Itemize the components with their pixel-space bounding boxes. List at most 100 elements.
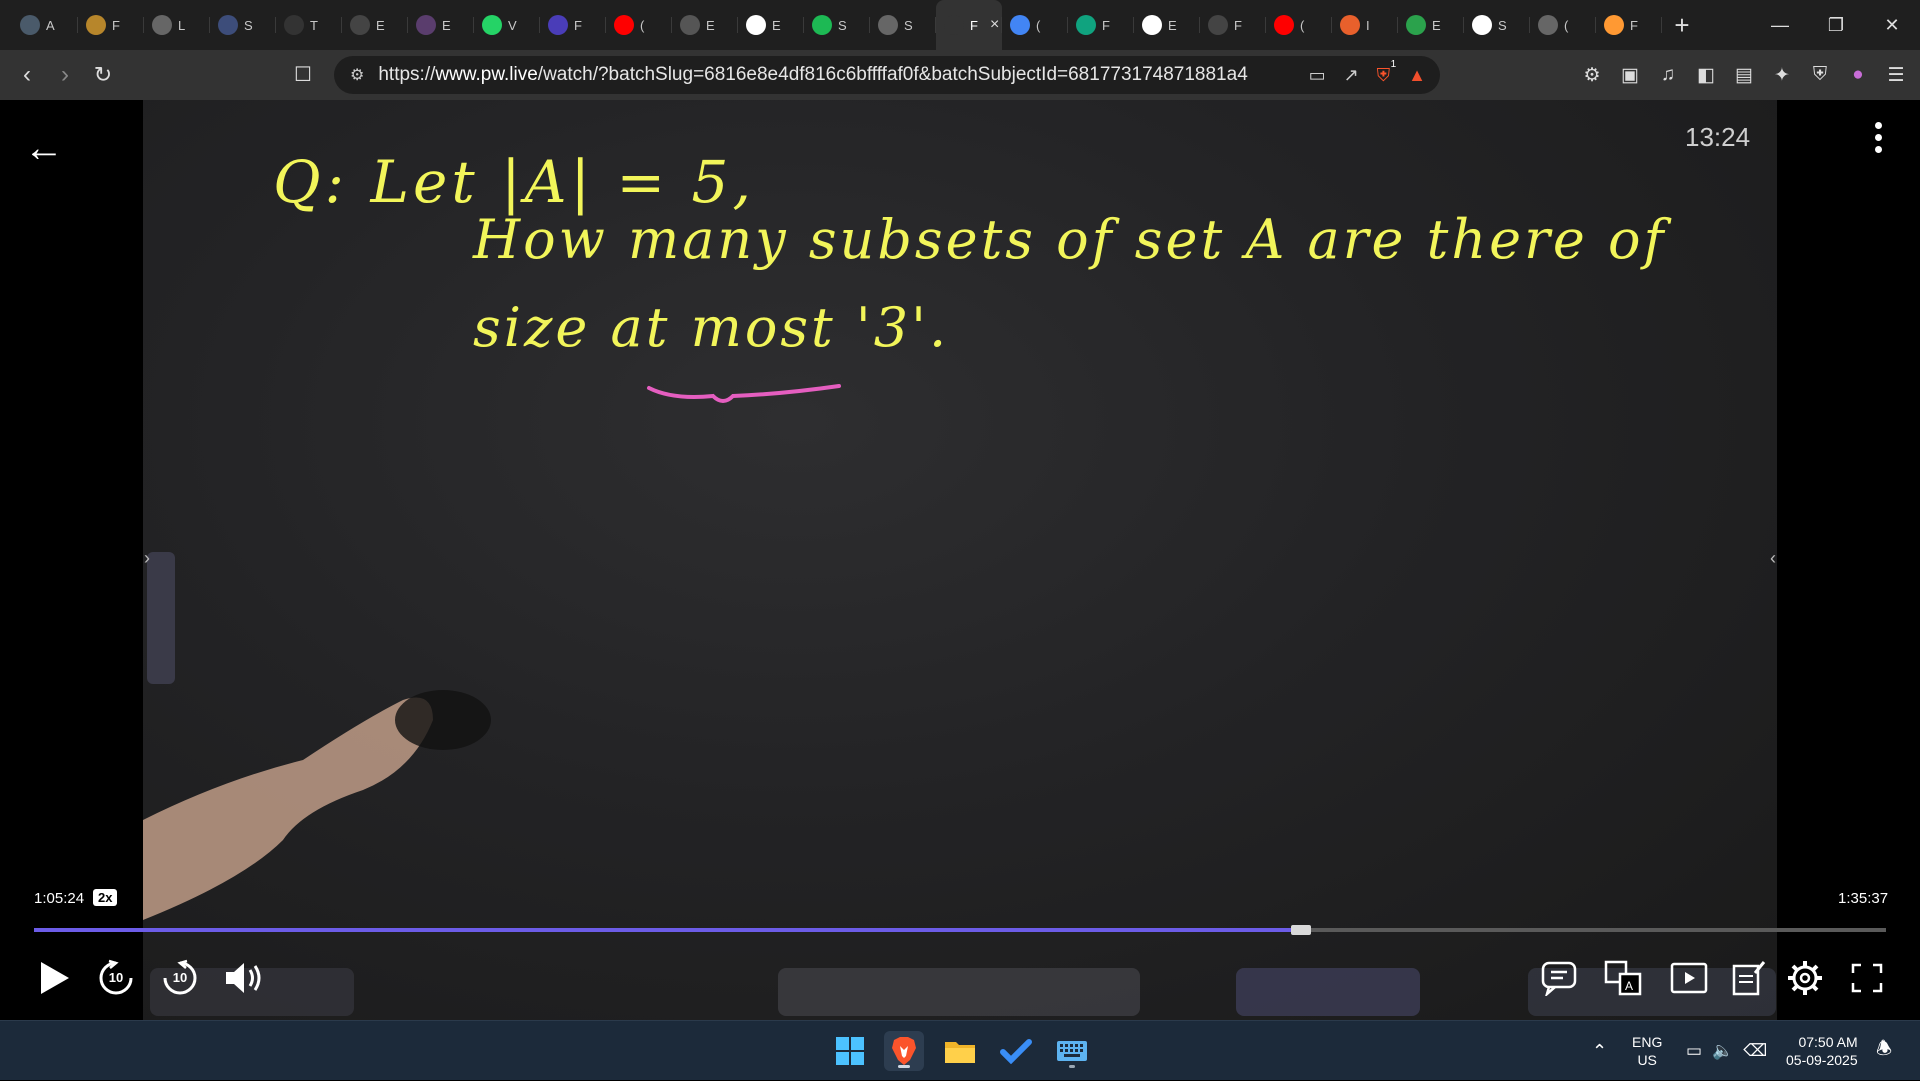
browser-tab[interactable]: F xyxy=(540,0,606,50)
url-text[interactable]: https://www.pw.live/watch/?batchSlug=681… xyxy=(378,64,1248,86)
new-tab-button[interactable]: + xyxy=(1662,0,1702,50)
fullscreen-icon[interactable] xyxy=(1846,956,1888,1000)
browser-tab[interactable]: F xyxy=(1068,0,1134,50)
browser-tab[interactable]: S xyxy=(210,0,276,50)
browser-tab[interactable]: S xyxy=(1464,0,1530,50)
browser-tab[interactable]: E xyxy=(1134,0,1200,50)
notes-icon[interactable] xyxy=(1728,956,1770,1000)
video-overlay-time: 13:24 xyxy=(1685,122,1751,152)
translate-icon[interactable]: A xyxy=(1602,956,1644,1000)
progress-bar[interactable] xyxy=(34,925,1886,935)
browser-tab[interactable]: ( xyxy=(1266,0,1332,50)
music-icon[interactable]: ♫ xyxy=(1656,64,1680,86)
leo-ai-icon[interactable]: ✦ xyxy=(1770,64,1794,87)
back-arrow-icon[interactable]: ← xyxy=(24,126,64,171)
pw-icon xyxy=(944,15,964,35)
extensions-icon[interactable]: ⚙ xyxy=(1580,64,1604,87)
video-player[interactable]: Q: Let |A| = 5, How many subsets of set … xyxy=(0,100,1920,1020)
url-prefix: https:// xyxy=(378,64,436,85)
chart-icon xyxy=(1406,15,1426,35)
tab-title: E xyxy=(442,17,451,33)
restore-icon[interactable]: ❐ xyxy=(1808,0,1864,50)
browser-tab[interactable]: S xyxy=(804,0,870,50)
tab-title: E xyxy=(376,17,385,33)
volume-icon[interactable] xyxy=(220,956,268,1000)
site-icon xyxy=(218,15,238,35)
settings-gear-icon[interactable] xyxy=(1784,956,1826,1000)
notification-bell-icon[interactable]: 🕭 xyxy=(1876,1021,1892,1081)
browser-tab[interactable]: E xyxy=(1398,0,1464,50)
chat-icon[interactable] xyxy=(1538,956,1580,1000)
menu-icon[interactable]: ☰ xyxy=(1884,64,1908,87)
browser-tab[interactable]: F xyxy=(78,0,144,50)
minimize-icon[interactable]: — xyxy=(1752,0,1808,50)
todo-app-icon[interactable] xyxy=(996,1031,1036,1071)
browser-tab[interactable]: F xyxy=(1200,0,1266,50)
site-info-icon[interactable]: ⚙ xyxy=(350,65,364,85)
forward-10-button[interactable]: 10 xyxy=(158,956,202,1000)
network-icon[interactable]: ▭ xyxy=(1686,1041,1702,1061)
youtube-icon xyxy=(1274,15,1294,35)
browser-tab[interactable]: F xyxy=(1596,0,1662,50)
progress-thumb[interactable] xyxy=(1290,925,1311,935)
more-options-icon[interactable] xyxy=(1868,122,1888,162)
browser-tab[interactable]: S xyxy=(870,0,936,50)
browser-tab[interactable]: ( xyxy=(1530,0,1596,50)
browser-tab[interactable]: E xyxy=(672,0,738,50)
search-page-icon[interactable]: ▣ xyxy=(1618,64,1642,87)
windows-start-icon[interactable] xyxy=(830,1031,870,1071)
chevron-right-icon[interactable]: › xyxy=(144,548,150,569)
keyboard-app-icon[interactable] xyxy=(1052,1031,1092,1071)
file-explorer-icon[interactable] xyxy=(940,1031,980,1071)
share-icon[interactable]: ↗ xyxy=(1344,65,1359,86)
chevron-left-icon[interactable]: ‹ xyxy=(1770,548,1776,569)
browser-tab[interactable]: ( xyxy=(606,0,672,50)
language-indicator[interactable]: ENG US xyxy=(1632,1021,1662,1081)
back-icon[interactable]: ‹ xyxy=(8,56,46,94)
browser-tab[interactable]: I xyxy=(1332,0,1398,50)
tab-title: E xyxy=(706,17,715,33)
picture-in-picture-icon[interactable] xyxy=(1668,956,1710,1000)
browser-tab[interactable]: F × xyxy=(936,0,1002,50)
speaker-icon[interactable]: 🔈 xyxy=(1712,1041,1733,1061)
brave-shield-icon[interactable]: ⛨ 1 xyxy=(1377,59,1397,86)
tab-title: S xyxy=(244,17,253,33)
left-panel-tab[interactable] xyxy=(147,552,175,684)
forward-icon[interactable]: › xyxy=(46,56,84,94)
tab-title: T xyxy=(310,17,318,33)
close-tab-icon[interactable]: × xyxy=(990,16,999,34)
browser-tab[interactable]: ( xyxy=(1002,0,1068,50)
browser-tab[interactable]: E xyxy=(408,0,474,50)
cast-icon[interactable]: ▭ xyxy=(1309,65,1326,86)
window-controls: — ❐ ✕ xyxy=(1752,0,1920,50)
rewind-10-button[interactable]: 10 xyxy=(94,956,138,1000)
tab-title: A xyxy=(46,17,55,33)
reload-icon[interactable]: ↻ xyxy=(84,56,122,94)
profile-avatar-icon[interactable]: ● xyxy=(1846,64,1870,86)
google-icon xyxy=(746,15,766,35)
wikipedia-icon xyxy=(1472,15,1492,35)
brave-rewards-icon[interactable]: ▲ xyxy=(1408,65,1426,86)
show-hidden-icons-chevron-icon[interactable]: ⌃ xyxy=(1592,1021,1607,1081)
url-path: /watch/?batchSlug=6816e8e4df816c6bffffaf… xyxy=(537,64,1249,85)
browser-tab[interactable]: A xyxy=(12,0,78,50)
playback-speed-badge[interactable]: 2x xyxy=(93,889,118,906)
wallet-icon[interactable]: ▤ xyxy=(1732,64,1756,87)
close-window-icon[interactable]: ✕ xyxy=(1864,0,1920,50)
browser-tab[interactable]: E xyxy=(738,0,804,50)
address-bar[interactable]: ⚙ https://www.pw.live/watch/?batchSlug=6… xyxy=(334,56,1440,94)
browser-tab[interactable]: V xyxy=(474,0,540,50)
bookmark-icon[interactable]: ☐ xyxy=(294,62,312,87)
globe-icon xyxy=(878,15,898,35)
browser-tab[interactable]: E xyxy=(342,0,408,50)
gemini-icon xyxy=(1010,15,1030,35)
tab-strip: A F L S T E E V F(E E S S F ×(F E F(I E S(F + — ❐ ✕ xyxy=(0,0,1920,50)
taskbar-clock[interactable]: 07:50 AM 05-09-2025 xyxy=(1786,1021,1858,1081)
browser-tab[interactable]: T xyxy=(276,0,342,50)
play-button[interactable] xyxy=(32,956,76,1000)
browser-tab[interactable]: L xyxy=(144,0,210,50)
battery-icon[interactable]: ⌫ xyxy=(1743,1041,1767,1061)
sidebar-icon[interactable]: ◧ xyxy=(1694,64,1718,87)
brave-browser-icon[interactable] xyxy=(884,1031,924,1071)
vpn-icon[interactable]: ⛨ xyxy=(1808,64,1832,86)
